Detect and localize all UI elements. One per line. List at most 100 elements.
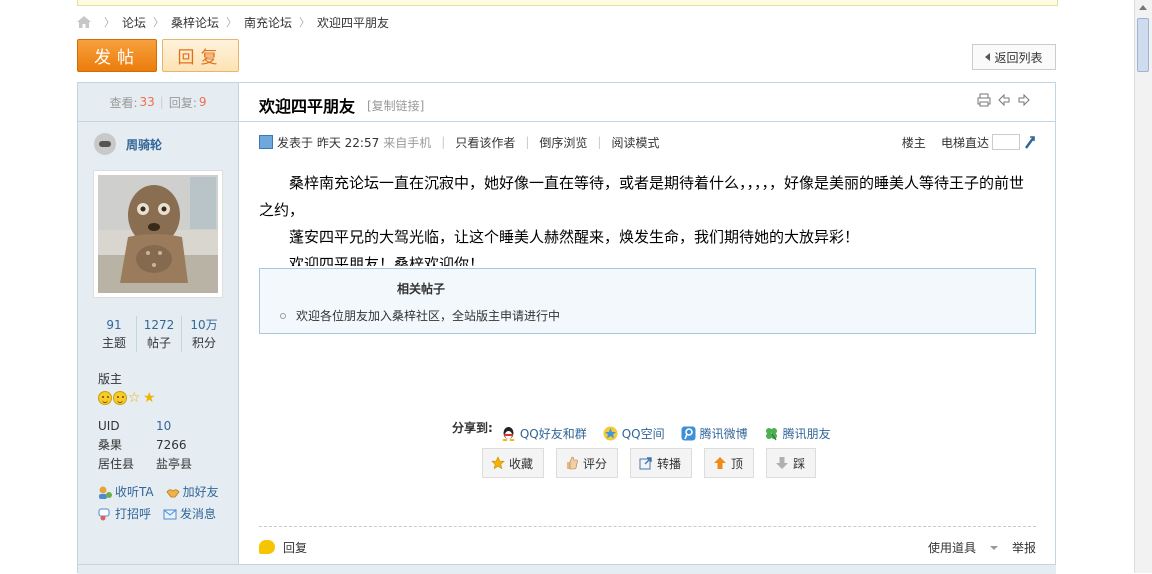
related-item[interactable]: 欢迎各位朋友加入桑梓社区，全站版主申请进行中 [280, 307, 560, 324]
repost-button[interactable]: 转播 [630, 448, 693, 478]
up-arrow-icon [714, 457, 727, 469]
footer-reply-link[interactable]: 回复 [283, 539, 307, 556]
message-link[interactable]: 发消息 [163, 503, 216, 525]
add-friend-link[interactable]: 加好友 [166, 481, 219, 503]
follow-icon [99, 486, 112, 499]
speech-bubble-icon [259, 540, 275, 554]
use-tools-menu[interactable]: 使用道具 [914, 539, 998, 556]
upvote-button[interactable]: 顶 [704, 448, 755, 478]
tencent-weibo-icon [681, 426, 696, 441]
share-tencent-friends[interactable]: 腾讯朋友 [764, 425, 831, 442]
share-qzone[interactable]: QQ空间 [603, 425, 665, 442]
back-to-list-label: 返回列表 [994, 50, 1043, 65]
post-source[interactable]: 来自手机 [383, 134, 431, 151]
post-paragraph: 蓬安四平兄的大驾光临，让这个睡美人赫然醒来，焕发生命，我们期待她的大放异彩！ [289, 228, 860, 246]
post-meta: 发表于 昨天 22:57 来自手机 | 只看该作者 | 倒序浏览 | 阅读模式 … [259, 133, 1036, 151]
count-posts[interactable]: 1272 帖子 [136, 316, 181, 352]
share-qzone-label: QQ空间 [621, 427, 665, 441]
info-key: UID [98, 419, 120, 433]
qq-penguin-icon [502, 427, 515, 441]
envelope-icon [163, 509, 177, 519]
related-heading: 相关帖子 [397, 282, 446, 296]
author-name[interactable]: 周骑轮 [126, 136, 162, 153]
share-bar: 分享到: QQ好友和群 QQ空间 腾讯微博 腾讯朋友 [452, 413, 847, 442]
meta-divider: | [525, 135, 530, 149]
star-rank-icon: ☆ [128, 390, 141, 406]
divider [259, 526, 1036, 527]
read-mode-link[interactable]: 阅读模式 [611, 134, 659, 151]
share-arrow-icon [639, 457, 652, 470]
breadcrumb-link-forum[interactable]: 论坛 [122, 14, 146, 31]
floor-jump-input[interactable] [992, 134, 1020, 150]
breadcrumb-separator: 〉 [226, 16, 238, 29]
breadcrumb-separator: 〉 [104, 16, 115, 29]
thread-stats: 查看: 33 | 回复: 9 [78, 83, 238, 122]
report-link[interactable]: 举报 [1012, 539, 1036, 556]
count-credits[interactable]: 10万 积分 [181, 316, 226, 352]
reply-button[interactable]: 回复 [162, 39, 239, 72]
post-paragraph: 桑梓南充论坛一直在沉寂中，她好像一直在等待，或者是期待着什么，，，，，好像是美丽… [259, 174, 1025, 219]
count-posts-value: 1272 [143, 318, 175, 332]
avatar[interactable] [93, 170, 223, 298]
previous-thread-icon[interactable] [997, 93, 1011, 107]
share-qq-friends[interactable]: QQ好友和群 [501, 425, 587, 442]
breadcrumb-link-sangzi[interactable]: 桑梓论坛 [171, 14, 219, 31]
author-sidebar: 查看: 33 | 回复: 9 周骑轮 91 主题 1272 帖子 10万 积分 … [78, 83, 239, 573]
star-rank-icon: ★ [143, 390, 156, 406]
info-row-county: 居住县 盐亭县 [98, 455, 192, 474]
author-info: UID 10 桑果 7266 居住县 盐亭县 [98, 417, 192, 474]
author-name-row: 周骑轮 [94, 133, 162, 155]
scrollbar-thumb[interactable] [1137, 18, 1149, 72]
thumbs-up-icon [567, 456, 578, 470]
favorite-label: 收藏 [509, 456, 534, 471]
author-role[interactable]: 版主 [98, 370, 122, 387]
count-topics[interactable]: 91 主题 [92, 316, 136, 352]
thread-title: 欢迎四平朋友 [259, 97, 356, 116]
upvote-label: 顶 [731, 456, 744, 471]
views-count: 33 [139, 95, 155, 109]
title-tools [977, 93, 1031, 107]
poke-link[interactable]: 打招呼 [98, 503, 151, 525]
copy-link-button[interactable]: [复制链接] [367, 97, 424, 114]
breadcrumb-link-nanchong[interactable]: 南充论坛 [244, 14, 292, 31]
home-icon[interactable] [77, 16, 91, 28]
post-action-buttons: 收藏 评分 转播 顶 踩 [482, 448, 817, 478]
print-icon[interactable] [977, 93, 991, 107]
meta-divider: | [441, 135, 446, 149]
downvote-label: 踩 [793, 456, 806, 471]
scrollbar[interactable] [1134, 0, 1152, 573]
reverse-order-link[interactable]: 倒序浏览 [539, 134, 587, 151]
next-thread-icon[interactable] [1017, 93, 1031, 107]
footer-right: 使用道具 举报 [900, 539, 1036, 556]
share-tencent-weibo[interactable]: 腾讯微博 [681, 425, 748, 442]
author-only-link[interactable]: 只看该作者 [455, 134, 515, 151]
star-icon [491, 456, 505, 470]
qzone-star-icon [603, 426, 618, 441]
smiley-rank-icon [98, 391, 112, 405]
info-row-sangguo: 桑果 7266 [98, 436, 192, 455]
info-value-uid[interactable]: 10 [156, 417, 171, 436]
back-to-list-button[interactable]: 返回列表 [972, 44, 1056, 70]
info-value: 盐亭县 [156, 457, 193, 471]
thread-title-bar: 欢迎四平朋友 [复制链接] [239, 83, 1055, 122]
count-credits-label: 积分 [191, 336, 216, 350]
new-post-button[interactable]: 发帖 [77, 39, 157, 72]
scroll-up-icon[interactable] [1139, 5, 1147, 10]
info-value: 7266 [156, 438, 187, 452]
rate-button[interactable]: 评分 [556, 448, 619, 478]
follow-label: 收听TA [115, 485, 154, 499]
use-tools-label: 使用道具 [927, 540, 976, 555]
downvote-button[interactable]: 踩 [766, 448, 817, 478]
related-item-label: 欢迎各位朋友加入桑梓社区，全站版主申请进行中 [296, 309, 561, 323]
count-credits-value: 10万 [190, 318, 218, 332]
favorite-button[interactable]: 收藏 [482, 448, 545, 478]
go-arrow-icon[interactable] [1024, 135, 1036, 149]
bullet-icon [280, 312, 286, 319]
views-label: 查看: [109, 95, 138, 110]
poke-label: 打招呼 [115, 507, 152, 521]
breadcrumb-current[interactable]: 欢迎四平朋友 [317, 14, 389, 31]
follow-link[interactable]: 收听TA [98, 481, 154, 503]
clover-icon [765, 428, 777, 441]
elevator-label: 电梯直达 [940, 135, 989, 150]
repost-label: 转播 [657, 456, 682, 471]
